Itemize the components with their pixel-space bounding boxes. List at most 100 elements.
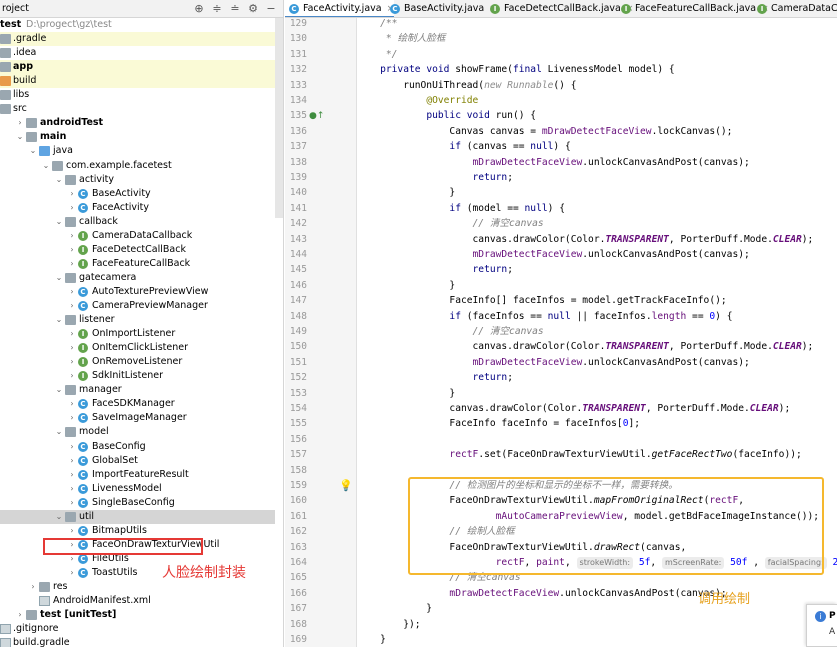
tree-item[interactable]: › androidTest [0, 116, 275, 130]
chevron-right-icon[interactable]: › [67, 440, 77, 454]
chevron-down-icon[interactable]: ⌄ [15, 130, 25, 144]
tree-item[interactable]: › C SingleBaseConfig [0, 496, 275, 510]
hide-panel-icon[interactable]: − [265, 2, 277, 16]
tree-item[interactable]: ⌄ main [0, 130, 275, 144]
tree-item[interactable]: › test [unitTest] [0, 608, 275, 622]
chevron-down-icon[interactable]: ⌄ [54, 510, 64, 524]
settings-gear-icon[interactable]: ⚙ [247, 2, 259, 16]
tree-item[interactable]: › C FaceSDKManager [0, 397, 275, 411]
tree-item[interactable]: › I OnRemoveListener [0, 355, 275, 369]
chevron-right-icon[interactable]: › [67, 257, 77, 271]
highlight-box-util-file [43, 538, 203, 555]
chevron-right-icon[interactable]: › [15, 116, 25, 130]
tree-item[interactable]: src [0, 102, 275, 116]
tree-item[interactable]: › I OnItemClickListener [0, 341, 275, 355]
chevron-right-icon[interactable]: › [15, 608, 25, 622]
chevron-down-icon[interactable]: ⌄ [54, 425, 64, 439]
line-number: 163 [289, 541, 307, 553]
tree-item[interactable]: ⌄ util [0, 509, 275, 524]
chevron-right-icon[interactable]: › [67, 411, 77, 425]
tree-item[interactable]: ⌄ gatecamera [0, 271, 275, 285]
line-number: 141 [289, 202, 307, 214]
tree-item[interactable]: ⌄ activity [0, 173, 275, 187]
tree-item[interactable]: .gitignore [0, 622, 275, 636]
editor-tab[interactable]: I CameraDataCal [753, 0, 837, 17]
tree-item[interactable]: ⌄ listener [0, 313, 275, 327]
chevron-right-icon[interactable]: › [67, 566, 77, 580]
chevron-right-icon[interactable]: › [67, 285, 77, 299]
chevron-right-icon[interactable]: › [67, 454, 77, 468]
tree-item[interactable]: › C AutoTexturePreviewView [0, 285, 275, 299]
chevron-right-icon[interactable]: › [67, 355, 77, 369]
notification-popup[interactable]: i P A [806, 604, 837, 647]
chevron-right-icon[interactable]: › [67, 341, 77, 355]
chevron-right-icon[interactable]: › [28, 580, 38, 594]
chevron-down-icon[interactable]: ⌄ [41, 159, 51, 173]
interface-icon: I [78, 244, 88, 255]
tree-item[interactable]: › C BaseConfig [0, 440, 275, 454]
tree-item[interactable]: › C BitmapUtils [0, 524, 275, 538]
chevron-down-icon[interactable]: ⌄ [54, 383, 64, 397]
tree-item[interactable]: app [0, 60, 275, 75]
chevron-right-icon[interactable]: › [67, 496, 77, 510]
tree-item[interactable]: › I CameraDataCallback [0, 229, 275, 243]
tree-item-label: BaseConfig [92, 440, 146, 452]
package-icon [65, 385, 76, 396]
editor-tab[interactable]: CBaseActivity.java× [386, 0, 497, 17]
editor-tab[interactable]: CFaceActivity.java× [285, 0, 395, 17]
chevron-right-icon[interactable]: › [67, 243, 77, 257]
tree-item[interactable]: › I OnImportListener [0, 327, 275, 341]
chevron-right-icon[interactable]: › [67, 327, 77, 341]
chevron-right-icon[interactable]: › [67, 468, 77, 482]
chevron-right-icon[interactable]: › [67, 201, 77, 215]
chevron-down-icon[interactable]: ⌄ [54, 173, 64, 187]
tree-item[interactable]: libs [0, 88, 275, 102]
chevron-right-icon[interactable]: › [67, 299, 77, 313]
tree-item[interactable]: › C GlobalSet [0, 454, 275, 468]
chevron-down-icon[interactable]: ⌄ [54, 313, 64, 327]
locate-icon[interactable]: ⊕ [193, 2, 205, 16]
tree-item[interactable]: .idea [0, 46, 275, 60]
tree-item[interactable]: ⌄ callback [0, 215, 275, 229]
chevron-down-icon[interactable]: ⌄ [28, 144, 38, 158]
chevron-down-icon[interactable]: ⌄ [54, 271, 64, 285]
tree-item[interactable]: › I FaceDetectCallBack [0, 243, 275, 257]
tree-item[interactable]: › res [0, 580, 275, 594]
editor-tab[interactable]: IFaceFeatureCallBack.java× [617, 0, 769, 17]
chevron-right-icon[interactable]: › [67, 187, 77, 201]
class-icon: C [390, 4, 400, 14]
tree-item[interactable]: › C ImportFeatureResult [0, 468, 275, 482]
tree-item[interactable]: › C CameraPreviewManager [0, 299, 275, 313]
editor-tab[interactable]: IFaceDetectCallBack.java× [486, 0, 633, 17]
line-number: 161 [289, 510, 307, 522]
chevron-down-icon[interactable]: ⌄ [54, 215, 64, 229]
tree-item[interactable]: ⌄ com.example.facetest [0, 159, 275, 173]
tree-item[interactable]: ⌄ manager [0, 383, 275, 397]
chevron-right-icon[interactable]: › [67, 229, 77, 243]
tree-item[interactable]: test D:\progect\gz\test [0, 18, 275, 32]
tree-item[interactable]: › C FaceActivity [0, 201, 275, 215]
tree-item[interactable]: › C LivenessModel [0, 482, 275, 496]
tree-item[interactable]: › C SaveImageManager [0, 411, 275, 425]
chevron-right-icon[interactable]: › [67, 482, 77, 496]
tree-item[interactable]: › I SdkInitListener [0, 369, 275, 383]
code-line: Canvas canvas = mDrawDetectFaceView.lock… [357, 125, 733, 137]
tree-item[interactable]: AndroidManifest.xml [0, 594, 275, 608]
tree-item[interactable]: › C BaseActivity [0, 187, 275, 201]
tree-item[interactable]: build.gradle [0, 636, 275, 647]
project-scrollbar[interactable] [275, 18, 283, 218]
code-line: return; [472, 264, 513, 276]
tree-item[interactable]: .gradle [0, 32, 275, 47]
chevron-right-icon[interactable]: › [67, 369, 77, 383]
tree-item[interactable]: ⌄ java [0, 144, 275, 158]
lightbulb-icon[interactable]: 💡 [339, 479, 353, 492]
override-marker-icon[interactable]: ●↑ [309, 111, 324, 121]
chevron-right-icon[interactable]: › [67, 524, 77, 538]
tree-item[interactable]: › I FaceFeatureCallBack [0, 257, 275, 271]
project-panel-title[interactable]: roject [2, 3, 29, 14]
tree-item[interactable]: build [0, 74, 275, 89]
collapse-all-icon[interactable]: ≑ [211, 2, 223, 16]
tree-item[interactable]: ⌄ model [0, 425, 275, 439]
chevron-right-icon[interactable]: › [67, 397, 77, 411]
expand-all-icon[interactable]: ≐ [229, 2, 241, 16]
